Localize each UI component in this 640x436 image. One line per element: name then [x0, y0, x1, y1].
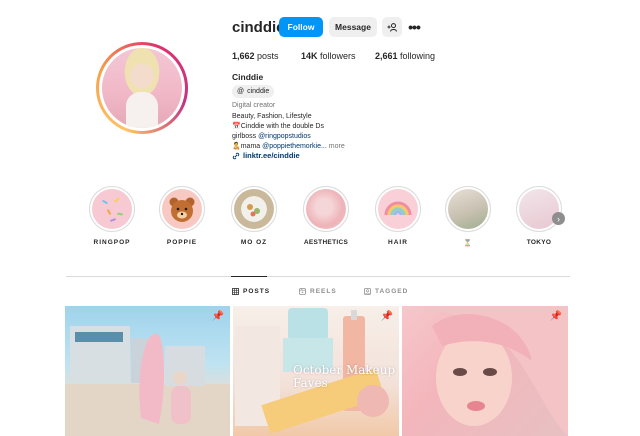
- highlight-ringpop[interactable]: [89, 186, 135, 232]
- highlight-poppie[interactable]: [159, 186, 205, 232]
- avatar-ring-inner: [99, 45, 185, 131]
- post-caption: October Makeup Faves: [293, 363, 396, 390]
- follow-button[interactable]: Follow: [279, 17, 323, 37]
- suggest-user-button[interactable]: [382, 17, 402, 37]
- pin-icon: 📌: [380, 311, 393, 322]
- profile-link[interactable]: linktr.ee/cinddie: [232, 151, 300, 160]
- tab-posts[interactable]: POSTS: [232, 288, 270, 295]
- bio-more-link[interactable]: more: [329, 143, 345, 150]
- avatar-photo: [102, 48, 182, 128]
- bio-line-4-text: 🧑‍🍼mama: [232, 143, 263, 150]
- bio-line-3-text: girlboss: [232, 133, 259, 140]
- post-tile[interactable]: 📌: [402, 306, 568, 436]
- tabs-divider: [66, 276, 570, 277]
- message-button[interactable]: Message: [329, 17, 377, 37]
- bio-line-2: 📅Cinddie with the double Ds: [232, 123, 324, 130]
- highlight-label-hair: HAIR: [388, 239, 408, 246]
- poppie-mention[interactable]: @poppiethemorkie...: [262, 143, 327, 150]
- bio-line-3: girlboss @ringpopstudios: [232, 132, 311, 141]
- posts-count-label: posts: [257, 51, 279, 61]
- tagged-icon: [364, 288, 371, 295]
- posts-count: 1,662 posts: [232, 51, 279, 61]
- tab-posts-label: POSTS: [243, 288, 271, 295]
- post-beach-image: [65, 326, 230, 436]
- followers-count-value: 14K: [301, 51, 318, 61]
- rainbow-icon: [378, 189, 418, 229]
- sprinkles-icon: [92, 189, 132, 229]
- post-tile[interactable]: 📌: [65, 306, 230, 436]
- active-tab-indicator: [231, 276, 267, 277]
- highlight-label-tokyo: TOKYO: [526, 239, 552, 246]
- tab-reels[interactable]: REELS: [299, 288, 337, 295]
- pin-icon: 📌: [211, 311, 224, 322]
- followers-count[interactable]: 14K followers: [301, 51, 356, 61]
- avatar-figure: [126, 92, 158, 128]
- post-tile[interactable]: October Makeup Faves 📌: [233, 306, 399, 436]
- profile-link-text: linktr.ee/cinddie: [243, 151, 300, 160]
- threads-icon: @: [237, 88, 245, 95]
- add-user-icon: [387, 22, 397, 32]
- chevron-right-icon: ›: [557, 213, 560, 224]
- profile-avatar[interactable]: [96, 42, 188, 134]
- highlight-hourglass[interactable]: [445, 186, 491, 232]
- room-icon: [448, 189, 488, 229]
- following-count[interactable]: 2,661 following: [375, 51, 435, 61]
- profile-full-name: Cinddie: [232, 72, 264, 82]
- highlight-hair[interactable]: [375, 186, 421, 232]
- highlight-mo-oz[interactable]: [231, 186, 277, 232]
- followers-count-label: followers: [320, 51, 356, 61]
- bear-icon: [162, 189, 202, 229]
- ringpopstudios-mention[interactable]: @ringpopstudios: [258, 133, 311, 140]
- reels-icon: [299, 288, 306, 295]
- highlight-label-aesthetics: AESTHETICS: [303, 239, 349, 246]
- tab-reels-label: REELS: [310, 288, 337, 295]
- tab-tagged-label: TAGGED: [375, 288, 409, 295]
- highlight-label-mo-oz: MO OZ: [240, 239, 268, 246]
- pink-icon: [306, 189, 346, 229]
- highlight-label-hourglass: ⏳: [463, 240, 473, 247]
- link-icon: [232, 152, 240, 159]
- bio-line-4: 🧑‍🍼mama @poppiethemorkie... more: [232, 142, 345, 151]
- bio-line-1: Beauty, Fashion, Lifestyle: [232, 113, 312, 120]
- following-count-value: 2,661: [375, 51, 398, 61]
- threads-handle: cinddie: [247, 88, 270, 95]
- highlight-label-ringpop: RINGPOP: [93, 239, 131, 246]
- posts-count-value: 1,662: [232, 51, 255, 61]
- highlight-aesthetics[interactable]: [303, 186, 349, 232]
- profile-category: Digital creator: [232, 102, 276, 109]
- tab-tagged[interactable]: TAGGED: [364, 288, 408, 295]
- highlights-next-button[interactable]: ›: [552, 212, 565, 225]
- following-count-label: following: [400, 51, 436, 61]
- profile-username: cinddie: [232, 19, 285, 36]
- more-options-button[interactable]: •••: [406, 17, 422, 37]
- highlight-tokyo[interactable]: [516, 186, 562, 232]
- food-icon: [234, 189, 274, 229]
- grid-icon: [232, 288, 239, 295]
- threads-badge[interactable]: @ cinddie: [232, 85, 275, 98]
- highlight-label-poppie: POPPIE: [166, 239, 198, 246]
- post-portrait-image: [422, 306, 568, 436]
- pin-icon: 📌: [549, 311, 562, 322]
